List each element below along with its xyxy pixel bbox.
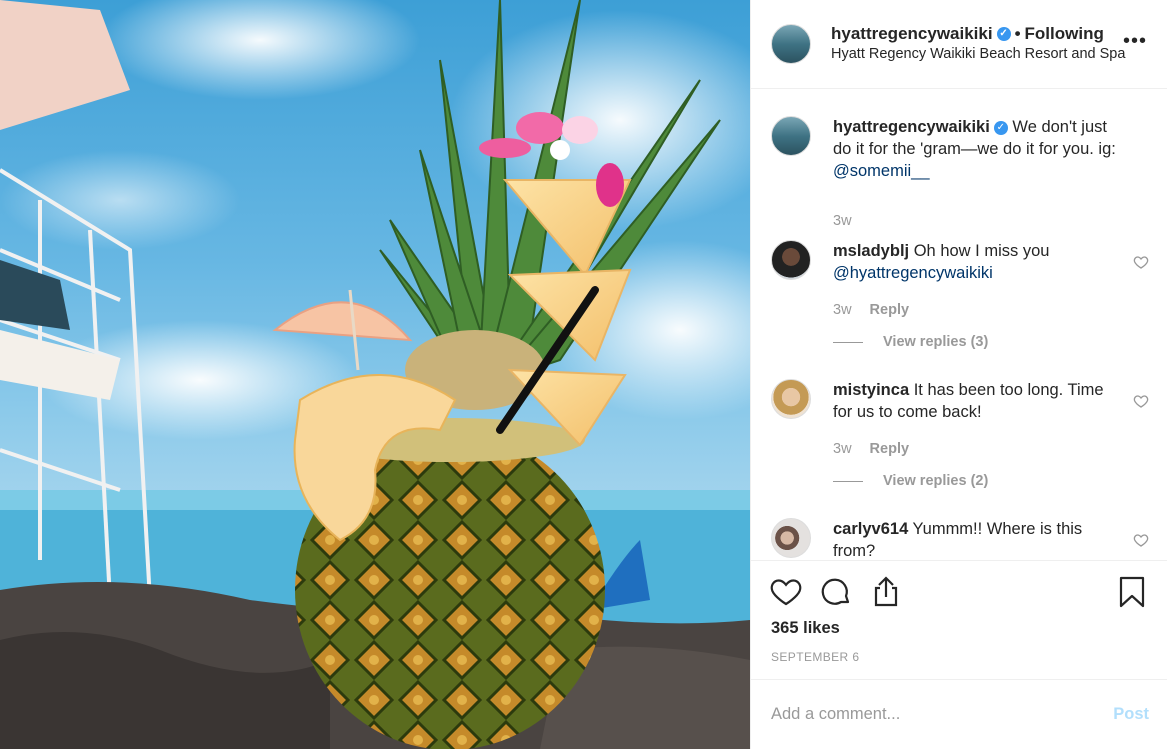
view-replies-button[interactable]: View replies (2) <box>833 470 1121 492</box>
post-date[interactable]: SEPTEMBER 6 <box>769 650 1149 664</box>
verified-badge-icon: ✓ <box>996 27 1011 41</box>
comment-text: Oh how I miss you <box>913 242 1050 260</box>
comment-avatar[interactable] <box>771 518 811 558</box>
post-photo[interactable] <box>0 0 750 749</box>
add-comment-bar: Post <box>751 679 1167 749</box>
comment-item: msladyblj Oh how I miss you @hyattregenc… <box>771 240 1149 353</box>
view-replies-label: View replies (2) <box>883 473 989 489</box>
instagram-post: hyattregencywaikiki ✓ • Following Hyatt … <box>0 0 1167 749</box>
header-line: hyattregencywaikiki ✓ • Following <box>831 24 1125 44</box>
caption-meta: 3w <box>833 210 1121 232</box>
caption-mention[interactable]: @somemii__ <box>833 162 930 180</box>
like-comment-heart-icon[interactable] <box>1133 254 1149 270</box>
caption-avatar[interactable] <box>771 116 811 156</box>
post-actions: 365 likes SEPTEMBER 6 <box>751 560 1167 679</box>
comment-avatar[interactable] <box>771 379 811 419</box>
comment-mention[interactable]: @hyattregencywaikiki <box>833 264 993 282</box>
more-options-icon[interactable]: ••• <box>1123 31 1147 51</box>
comment-body: msladyblj Oh how I miss you @hyattregenc… <box>833 240 1149 353</box>
heart-icon[interactable] <box>769 575 803 609</box>
verified-badge-icon: ✓ <box>993 120 1008 135</box>
likes-count[interactable]: 365 likes <box>769 619 1149 638</box>
header-text: hyattregencywaikiki ✓ • Following Hyatt … <box>831 24 1125 64</box>
like-comment-heart-icon[interactable] <box>1133 393 1149 409</box>
add-comment-input[interactable] <box>771 705 1114 724</box>
replies-divider <box>833 480 863 482</box>
comment-avatar[interactable] <box>771 240 811 280</box>
author-username[interactable]: hyattregencywaikiki <box>831 24 993 44</box>
caption-username[interactable]: hyattregencywaikiki <box>833 118 990 136</box>
comment-body: mistyinca It has been too long. Time for… <box>833 379 1149 492</box>
comment-meta: 3w Reply <box>833 438 1121 460</box>
comment-time[interactable]: 3w <box>833 438 852 460</box>
separator-dot: • <box>1014 24 1021 43</box>
view-replies-button[interactable]: View replies (3) <box>833 331 1121 353</box>
pineapple-drink-photo <box>0 0 750 749</box>
reply-button[interactable]: Reply <box>870 299 910 321</box>
comment-body: carlyv614 Yummm!! Where is this from? <box>833 518 1149 560</box>
replies-divider <box>833 341 863 343</box>
bookmark-icon[interactable] <box>1115 575 1149 609</box>
location-link[interactable]: Hyatt Regency Waikiki Beach Resort and S… <box>831 44 1125 64</box>
comment-username[interactable]: msladyblj <box>833 242 909 260</box>
comment-meta: 3w Reply <box>833 299 1121 321</box>
following-button[interactable]: Following <box>1025 24 1104 44</box>
author-avatar[interactable] <box>771 24 811 64</box>
action-icons <box>769 575 1149 609</box>
share-icon[interactable] <box>869 575 903 609</box>
post-comment-button[interactable]: Post <box>1113 705 1149 724</box>
comments-list[interactable]: hyattregencywaikiki ✓ We don't just do it… <box>751 89 1167 560</box>
comment-username[interactable]: carlyv614 <box>833 520 908 538</box>
like-comment-heart-icon[interactable] <box>1133 532 1149 548</box>
caption-body: hyattregencywaikiki ✓ We don't just do it… <box>833 116 1149 232</box>
caption-time[interactable]: 3w <box>833 210 852 232</box>
post-header: hyattregencywaikiki ✓ • Following Hyatt … <box>751 0 1167 89</box>
comment-time[interactable]: 3w <box>833 299 852 321</box>
caption: hyattregencywaikiki ✓ We don't just do it… <box>771 116 1149 232</box>
view-replies-label: View replies (3) <box>883 334 989 350</box>
comment-icon[interactable] <box>819 575 853 609</box>
comment-item: mistyinca It has been too long. Time for… <box>771 379 1149 492</box>
post-details-panel: hyattregencywaikiki ✓ • Following Hyatt … <box>750 0 1167 749</box>
comment-item: carlyv614 Yummm!! Where is this from? <box>771 518 1149 560</box>
comment-username[interactable]: mistyinca <box>833 381 909 399</box>
reply-button[interactable]: Reply <box>870 438 910 460</box>
